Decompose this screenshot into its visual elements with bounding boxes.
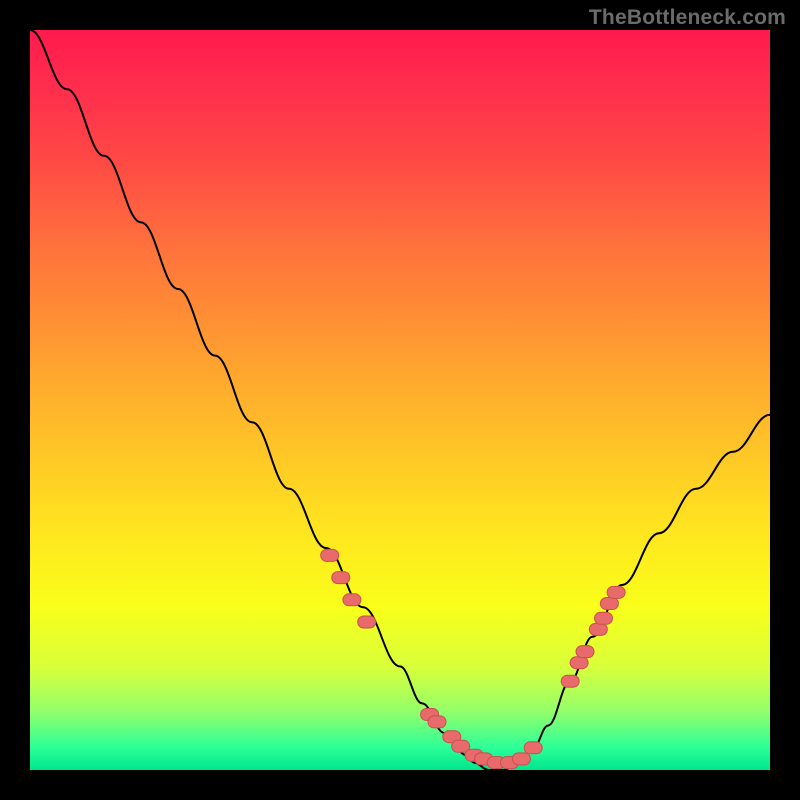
curve-marker bbox=[428, 716, 446, 728]
curve-marker bbox=[589, 623, 607, 635]
plot-area bbox=[30, 30, 770, 770]
curve-marker bbox=[561, 675, 579, 687]
curve-marker bbox=[358, 616, 376, 628]
curve-marker bbox=[512, 753, 530, 765]
curve-marker bbox=[343, 594, 361, 606]
curve-marker bbox=[524, 742, 542, 754]
curve-marker bbox=[595, 612, 613, 624]
curve-marker bbox=[600, 598, 618, 610]
watermark-text: TheBottleneck.com bbox=[589, 6, 786, 30]
curve-marker bbox=[576, 646, 594, 658]
curve-svg bbox=[30, 30, 770, 770]
bottleneck-curve bbox=[30, 30, 770, 770]
curve-marker bbox=[570, 657, 588, 669]
curve-marker bbox=[332, 572, 350, 584]
curve-marker bbox=[321, 549, 339, 561]
curve-marker bbox=[607, 586, 625, 598]
chart-stage: TheBottleneck.com bbox=[0, 0, 800, 800]
curve-markers bbox=[321, 549, 625, 768]
